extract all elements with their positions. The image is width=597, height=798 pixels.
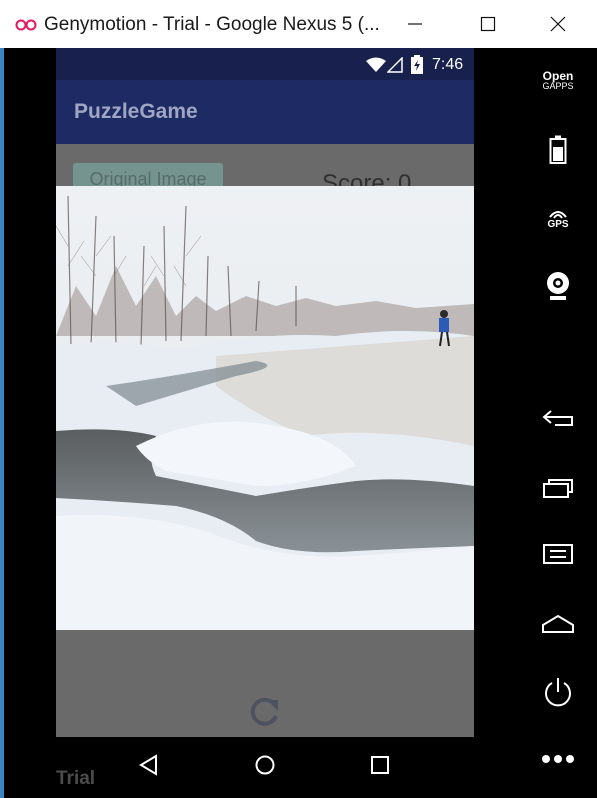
refresh-icon[interactable] [244, 692, 284, 732]
more-icon [542, 755, 574, 763]
webcam-button[interactable] [530, 264, 586, 308]
open-gapps-button[interactable]: Open GAPPS [530, 70, 586, 102]
battery-charging-icon [411, 55, 423, 74]
battery-button[interactable] [530, 128, 586, 172]
app-title: PuzzleGame [74, 100, 198, 123]
minimize-icon [408, 23, 422, 25]
more-button[interactable] [530, 737, 586, 781]
power-icon [545, 678, 571, 707]
cell-signal-icon [387, 57, 403, 73]
home-button[interactable] [530, 602, 586, 646]
nav-recents-button[interactable] [356, 742, 404, 788]
maximize-button[interactable] [465, 0, 511, 48]
webcam-icon [547, 272, 569, 300]
home-icon [542, 614, 574, 633]
nav-back-button[interactable] [125, 742, 173, 788]
menu-icon [543, 544, 573, 564]
device-screen: 7:46 PuzzleGame Original Image Score: 0 [56, 48, 474, 737]
nav-recents-icon [371, 756, 389, 774]
trial-watermark: Trial [56, 768, 96, 789]
close-button[interactable] [535, 0, 581, 48]
open-gapps-label-2: GAPPS [542, 81, 574, 91]
original-image-preview[interactable] [56, 186, 474, 630]
genymotion-logo-icon [15, 19, 37, 31]
menu-button[interactable] [530, 532, 586, 576]
recent-apps-icon [543, 479, 573, 498]
nav-home-icon [255, 755, 275, 775]
status-time: 7:46 [432, 56, 464, 73]
nav-back-icon [139, 754, 157, 776]
power-button[interactable] [530, 670, 586, 714]
nav-home-button[interactable] [241, 742, 289, 788]
gps-button[interactable]: GPS [530, 196, 586, 240]
back-button[interactable] [530, 396, 586, 440]
window-edge [0, 48, 4, 798]
minimize-button[interactable] [392, 0, 438, 48]
wifi-icon [366, 57, 386, 72]
close-icon [550, 16, 566, 32]
battery-icon [549, 135, 567, 164]
back-icon [542, 410, 573, 426]
window-title: Genymotion - Trial - Google Nexus 5 (... [44, 14, 380, 35]
recent-apps-button[interactable] [530, 466, 586, 510]
gps-icon [549, 210, 567, 219]
gps-label: GPS [547, 218, 569, 230]
maximize-icon [480, 16, 496, 32]
